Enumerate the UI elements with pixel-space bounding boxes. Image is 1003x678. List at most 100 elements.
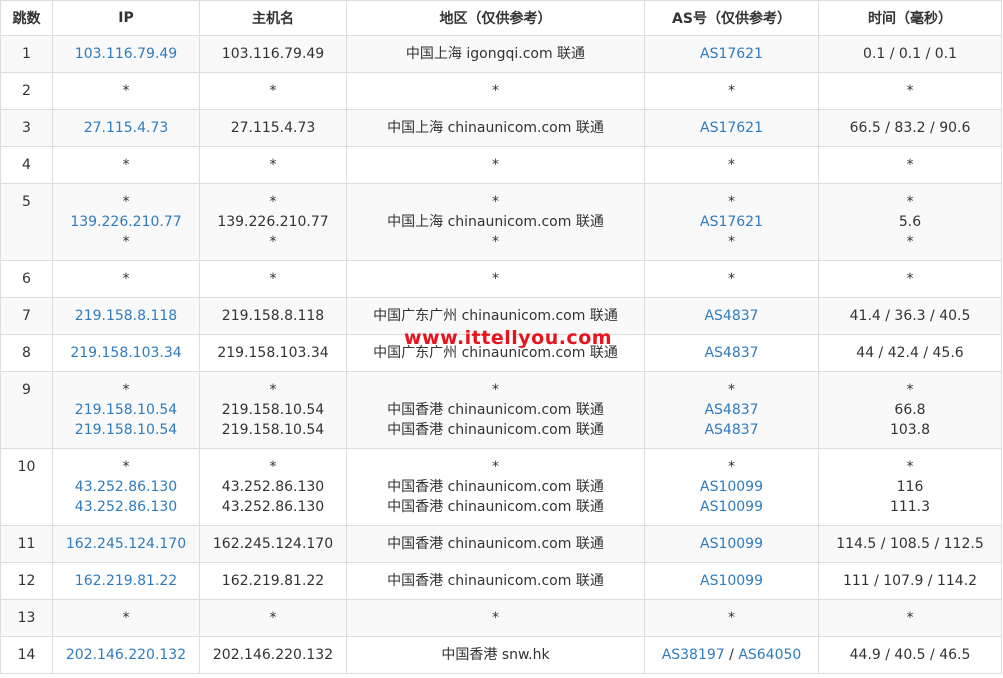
time-cell: * (818, 72, 1002, 110)
cell-line: 中国香港 snw.hk (347, 645, 644, 665)
cell-line: 202.146.220.132 (200, 645, 346, 665)
region-cell: * (346, 260, 645, 298)
as-cell: AS10099 (644, 525, 819, 563)
ip-link[interactable]: 219.158.10.54 (75, 402, 177, 418)
empty-marker: * (906, 194, 914, 210)
as-cell: AS38197 / AS64050 (644, 636, 819, 674)
hostname-text: 219.158.10.54 (221, 402, 325, 418)
hop-number: 13 (17, 610, 36, 626)
as-link[interactable]: AS10099 (700, 479, 763, 495)
cell-line: 162.245.124.170 (53, 534, 199, 554)
cell-line: 43.252.86.130 (200, 497, 346, 517)
cell-line: * (645, 608, 818, 628)
as-link[interactable]: AS10099 (700, 536, 763, 552)
cell-line: * (347, 380, 644, 400)
table-row: 14 202.146.220.132 202.146.220.132 中国香港 snw… (0, 636, 1002, 674)
as-link[interactable]: AS4837 (704, 345, 758, 361)
ip-link[interactable]: 219.158.10.54 (75, 422, 177, 438)
hostname-text: 162.245.124.170 (212, 536, 334, 552)
as-link[interactable]: AS4837 (704, 402, 758, 418)
cell-line: 219.158.103.34 (200, 343, 346, 363)
ip-link[interactable]: 219.158.8.118 (75, 308, 177, 324)
empty-marker: * (728, 382, 735, 398)
as-link[interactable]: AS38197 (662, 647, 725, 663)
region-text: 中国香港 chinaunicom.com 联通 (387, 479, 604, 495)
time-text: 41.4 / 36.3 / 40.5 (849, 308, 971, 324)
ip-link[interactable]: 162.219.81.22 (75, 573, 177, 589)
cell-line: * (200, 81, 346, 101)
ip-link[interactable]: 139.226.210.77 (70, 214, 181, 230)
as-link[interactable]: AS4837 (704, 422, 758, 438)
empty-marker: * (492, 157, 499, 173)
empty-marker: * (269, 83, 277, 99)
time-cell: * (818, 260, 1002, 298)
hostname-text: 43.252.86.130 (221, 499, 325, 515)
ip-link[interactable]: 103.116.79.49 (75, 46, 177, 62)
cell-line: * (645, 232, 818, 252)
hostname-text: 202.146.220.132 (212, 647, 334, 663)
column-header-ip: IP (52, 0, 200, 36)
empty-marker: * (122, 234, 130, 250)
as-link[interactable]: AS4837 (704, 308, 758, 324)
cell-line: 114.5 / 108.5 / 112.5 (819, 534, 1001, 554)
hop-number: 12 (17, 573, 36, 589)
as-link[interactable]: AS17621 (700, 214, 763, 230)
cell-line: 中国上海 igongqi.com 联通 (347, 44, 644, 64)
hostname-text: 219.158.8.118 (221, 308, 325, 324)
cell-line: * (53, 232, 199, 252)
empty-marker: * (906, 83, 914, 99)
as-link[interactable]: AS17621 (700, 120, 763, 136)
ip-link[interactable]: 162.245.124.170 (66, 536, 186, 552)
cell-line: 103.116.79.49 (53, 44, 199, 64)
cell-line: * (645, 81, 818, 101)
cell-line: * (645, 457, 818, 477)
cell-line: * (53, 380, 199, 400)
hop-number: 2 (22, 83, 31, 99)
cell-line: * (200, 608, 346, 628)
as-link[interactable]: AS17621 (700, 46, 763, 62)
table-row: 4 * * * * * (0, 146, 1002, 184)
empty-marker: * (269, 271, 277, 287)
cell-line: * (347, 155, 644, 175)
as-link[interactable]: AS64050 (738, 647, 801, 663)
region-text: 中国香港 chinaunicom.com 联通 (387, 536, 604, 552)
cell-line: 219.158.10.54 (200, 400, 346, 420)
ip-link[interactable]: 43.252.86.130 (75, 499, 177, 515)
cell-line: 中国广东广州 chinaunicom.com 联通 (347, 306, 644, 326)
region-cell: 中国香港 chinaunicom.com 联通 (346, 562, 645, 600)
cell-line: AS38197 / AS64050 (645, 645, 818, 665)
ip-cell: 219.158.8.118 (52, 297, 200, 335)
cell-line: AS4837 (645, 420, 818, 440)
hop-cell: 9 (0, 371, 53, 449)
empty-marker: * (492, 610, 499, 626)
cell-line: * (53, 269, 199, 289)
hostname-cell: * (199, 146, 347, 184)
empty-marker: * (269, 610, 277, 626)
empty-marker: * (728, 234, 735, 250)
empty-marker: * (492, 382, 499, 398)
as-link[interactable]: AS10099 (700, 499, 763, 515)
as-link[interactable]: AS10099 (700, 573, 763, 589)
ip-link[interactable]: 202.146.220.132 (66, 647, 186, 663)
empty-marker: * (728, 194, 735, 210)
cell-line: AS4837 (645, 306, 818, 326)
hop-cell: 1 (0, 35, 53, 73)
empty-marker: * (122, 194, 130, 210)
hop-cell: 5 (0, 183, 53, 261)
region-cell: * 中国上海 chinaunicom.com 联通 * (346, 183, 645, 261)
cell-line: * (819, 457, 1001, 477)
cell-line: * (819, 232, 1001, 252)
cell-line: AS17621 (645, 118, 818, 138)
ip-cell: * 43.252.86.130 43.252.86.130 (52, 448, 200, 526)
ip-link[interactable]: 27.115.4.73 (84, 120, 169, 136)
table-row: 1 103.116.79.49 103.116.79.49 中国上海 igongqi.… (0, 35, 1002, 73)
region-cell: 中国香港 snw.hk (346, 636, 645, 674)
cell-line: * (347, 192, 644, 212)
cell-line: 中国香港 chinaunicom.com 联通 (347, 420, 644, 440)
ip-link[interactable]: 219.158.103.34 (70, 345, 181, 361)
hop-number: 7 (22, 308, 31, 324)
hostname-text: 162.219.81.22 (221, 573, 325, 589)
ip-link[interactable]: 43.252.86.130 (75, 479, 177, 495)
cell-line: * (819, 608, 1001, 628)
empty-marker: * (122, 610, 130, 626)
